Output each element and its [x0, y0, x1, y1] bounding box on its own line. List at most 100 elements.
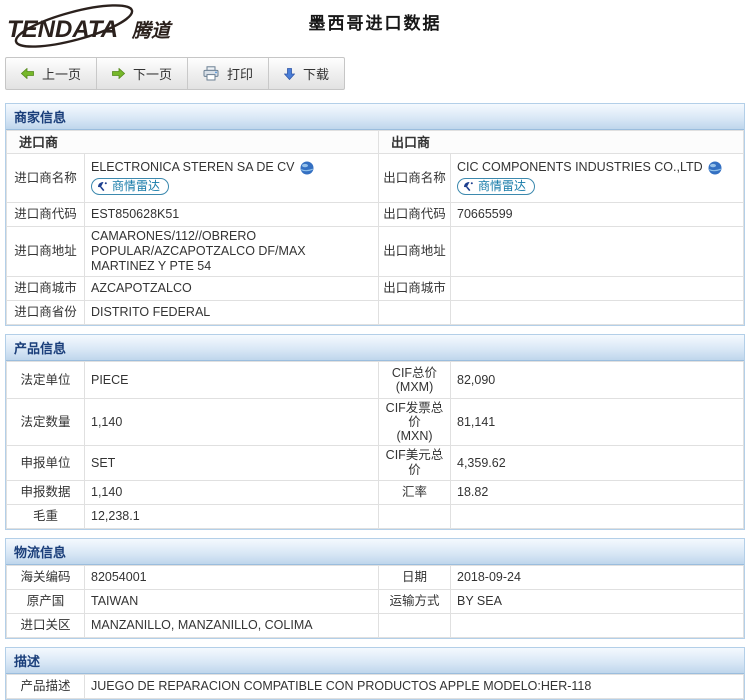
cif-total-label: CIF总价 (MXM)	[379, 362, 451, 399]
description-section-title: 描述	[6, 648, 744, 674]
declared-unit-value: SET	[85, 446, 379, 481]
importer-province-label: 进口商省份	[7, 301, 85, 325]
download-label: 下载	[303, 64, 329, 83]
logistics-section-title: 物流信息	[6, 539, 744, 565]
importer-header: 进口商	[7, 131, 379, 154]
gross-weight-label: 毛重	[7, 505, 85, 529]
table-row: 法定单位 PIECE CIF总价 (MXM) 82,090	[7, 362, 744, 399]
exporter-name-label: 出口商名称	[379, 154, 451, 203]
importer-name-cell: ELECTRONICA STEREN SA DE CV	[85, 154, 379, 203]
radar-label: 商情雷达	[478, 179, 526, 193]
section-description: 描述 产品描述 JUEGO DE REPARACION COMPATIBLE C…	[5, 647, 745, 700]
importer-city-value: AZCAPOTZALCO	[85, 277, 379, 301]
table-row: 进口商名称 ELECTRONICA STEREN SA DE CV	[7, 154, 744, 203]
print-label: 打印	[227, 64, 253, 83]
download-button[interactable]: 下载	[269, 58, 344, 89]
prev-page-button[interactable]: 上一页	[6, 58, 97, 89]
importer-name-label: 进口商名称	[7, 154, 85, 203]
radar-badge[interactable]: 商情雷达	[457, 178, 535, 195]
declared-unit-label: 申报单位	[7, 446, 85, 481]
date-label: 日期	[379, 566, 451, 590]
section-logistics: 物流信息 海关编码 82054001 日期 2018-09-24 原产国 TAI…	[5, 538, 745, 639]
product-section-title: 产品信息	[6, 335, 744, 361]
radar-badge[interactable]: 商情雷达	[91, 178, 169, 195]
table-row: 进口商 出口商	[7, 131, 744, 154]
exporter-header: 出口商	[379, 131, 744, 154]
globe-icon[interactable]	[300, 161, 314, 175]
arrow-down-icon	[284, 68, 295, 80]
declared-qty-value: 1,140	[85, 481, 379, 505]
table-row: 进口关区 MANZANILLO, MANZANILLO, COLIMA	[7, 614, 744, 638]
cif-invoice-label: CIF发票总价 (MXN)	[379, 399, 451, 446]
hs-code-label: 海关编码	[7, 566, 85, 590]
table-row: 产品描述 JUEGO DE REPARACION COMPATIBLE CON …	[7, 675, 744, 699]
empty-label-cell	[379, 301, 451, 325]
gross-weight-value: 12,238.1	[85, 505, 379, 529]
table-row: 法定数量 1,140 CIF发票总价 (MXN) 81,141	[7, 399, 744, 446]
table-row: 申报单位 SET CIF美元总价 4,359.62	[7, 446, 744, 481]
logistics-table: 海关编码 82054001 日期 2018-09-24 原产国 TAIWAN 运…	[6, 565, 744, 638]
cif-usd-label: CIF美元总价	[379, 446, 451, 481]
exporter-name-value: CIC COMPONENTS INDUSTRIES CO.,LTD	[457, 160, 703, 175]
exchange-rate-value: 18.82	[451, 481, 744, 505]
table-row: 进口商代码 EST850628K51 出口商代码 70665599	[7, 203, 744, 227]
product-description-label: 产品描述	[7, 675, 85, 699]
legal-unit-value: PIECE	[85, 362, 379, 399]
customs-district-value: MANZANILLO, MANZANILLO, COLIMA	[85, 614, 379, 638]
importer-address-label: 进口商地址	[7, 227, 85, 277]
page-title: 墨西哥进口数据	[0, 9, 750, 34]
table-row: 海关编码 82054001 日期 2018-09-24	[7, 566, 744, 590]
hs-code-value: 82054001	[85, 566, 379, 590]
exporter-city-value	[451, 277, 744, 301]
table-row: 申报数据 1,140 汇率 18.82	[7, 481, 744, 505]
table-row: 进口商城市 AZCAPOTZALCO 出口商城市	[7, 277, 744, 301]
description-table: 产品描述 JUEGO DE REPARACION COMPATIBLE CON …	[6, 674, 744, 699]
importer-province-value: DISTRITO FEDERAL	[85, 301, 379, 325]
table-row: 毛重 12,238.1	[7, 505, 744, 529]
printer-icon	[203, 66, 219, 81]
cif-usd-value: 4,359.62	[451, 446, 744, 481]
empty-label-cell	[379, 614, 451, 638]
transport-mode-label: 运输方式	[379, 590, 451, 614]
merchant-table: 进口商 出口商 进口商名称 ELECTRONICA STEREN SA DE C…	[6, 130, 744, 325]
radar-label: 商情雷达	[112, 179, 160, 193]
origin-country-label: 原产国	[7, 590, 85, 614]
empty-value-cell	[451, 505, 744, 529]
merchant-section-title: 商家信息	[6, 104, 744, 130]
table-row: 原产国 TAIWAN 运输方式 BY SEA	[7, 590, 744, 614]
importer-city-label: 进口商城市	[7, 277, 85, 301]
transport-mode-value: BY SEA	[451, 590, 744, 614]
product-description-value: JUEGO DE REPARACION COMPATIBLE CON PRODU…	[85, 675, 744, 699]
arrow-left-icon	[21, 68, 34, 79]
origin-country-value: TAIWAN	[85, 590, 379, 614]
next-page-label: 下一页	[133, 64, 172, 83]
print-button[interactable]: 打印	[188, 58, 269, 89]
arrow-right-icon	[112, 68, 125, 79]
exporter-city-label: 出口商城市	[379, 277, 451, 301]
satellite-dish-icon	[463, 181, 475, 192]
importer-address-value: CAMARONES/112//OBRERO POPULAR/AZCAPOTZAL…	[85, 227, 379, 277]
exchange-rate-label: 汇率	[379, 481, 451, 505]
legal-qty-label: 法定数量	[7, 399, 85, 446]
exporter-name-cell: CIC COMPONENTS INDUSTRIES CO.,LTD	[451, 154, 744, 203]
next-page-button[interactable]: 下一页	[97, 58, 188, 89]
exporter-address-value	[451, 227, 744, 277]
empty-value-cell	[451, 301, 744, 325]
importer-name-value: ELECTRONICA STEREN SA DE CV	[91, 160, 295, 175]
empty-value-cell	[451, 614, 744, 638]
globe-icon[interactable]	[708, 161, 722, 175]
product-table: 法定单位 PIECE CIF总价 (MXM) 82,090 法定数量 1,140…	[6, 361, 744, 529]
satellite-dish-icon	[97, 181, 109, 192]
cif-total-value: 82,090	[451, 362, 744, 399]
page-header: TENDATA 腾道 墨西哥进口数据	[0, 0, 750, 54]
importer-code-value: EST850628K51	[85, 203, 379, 227]
legal-unit-label: 法定单位	[7, 362, 85, 399]
exporter-address-label: 出口商地址	[379, 227, 451, 277]
record-detail: 商家信息 进口商 出口商 进口商名称 ELECTRONICA STEREN SA…	[0, 103, 750, 700]
section-merchant: 商家信息 进口商 出口商 进口商名称 ELECTRONICA STEREN SA…	[5, 103, 745, 326]
toolbar: 上一页 下一页 打印 下载	[5, 57, 345, 90]
table-row: 进口商省份 DISTRITO FEDERAL	[7, 301, 744, 325]
declared-qty-label: 申报数据	[7, 481, 85, 505]
exporter-code-value: 70665599	[451, 203, 744, 227]
legal-qty-value: 1,140	[85, 399, 379, 446]
